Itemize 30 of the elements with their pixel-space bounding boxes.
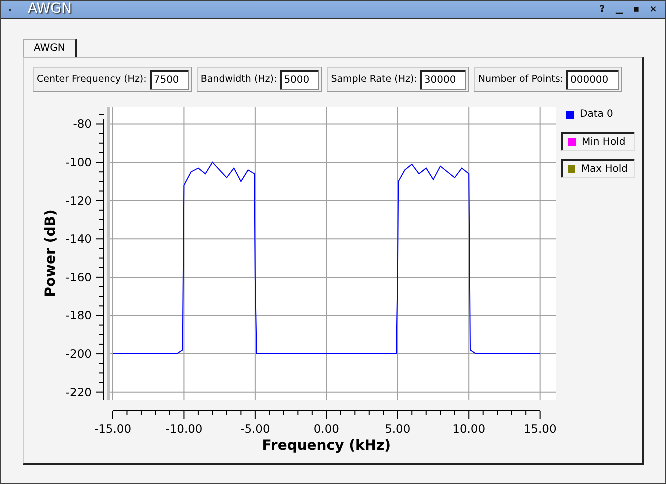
parameter-label: Sample Rate (Hz): xyxy=(331,74,418,85)
legend-label: Data 0 xyxy=(580,109,614,120)
y-axis-title: Power (dB) xyxy=(43,210,59,298)
x-tick-label: 10.00 xyxy=(452,422,486,436)
input-field[interactable]: 7500 xyxy=(150,70,189,90)
window-title: AWGN xyxy=(28,1,72,18)
x-axis-title: Frequency (kHz) xyxy=(262,438,392,454)
x-tick-label: -10.00 xyxy=(166,422,203,436)
x-tick-label: 5.00 xyxy=(385,422,411,436)
y-tick-label: -120 xyxy=(66,194,92,208)
y-tick-label: -200 xyxy=(66,347,92,362)
y-tick-label: -160 xyxy=(66,270,92,284)
x-tick-label: 0.00 xyxy=(314,422,340,436)
legend-toggle[interactable]: Min Hold xyxy=(561,132,635,151)
input-field[interactable]: 30000 xyxy=(420,70,466,90)
y-tick-label: -80 xyxy=(73,117,92,132)
x-tick-label: 15.00 xyxy=(524,422,557,436)
x-tick-label: -15.00 xyxy=(94,422,132,436)
tab[interactable]: AWGN xyxy=(23,39,78,57)
legend-toggle[interactable]: Max Hold xyxy=(561,159,635,178)
y-tick-label: -100 xyxy=(66,156,92,170)
input-field[interactable]: 5000 xyxy=(280,70,320,90)
parameter-label: Number of Points: xyxy=(478,74,564,85)
parameter-label: Center Frequency (Hz): xyxy=(37,74,147,85)
y-tick-label: -220 xyxy=(66,385,92,400)
parameter-label: Bandwidth (Hz): xyxy=(200,74,278,85)
x-tick-label: -5.00 xyxy=(240,422,270,436)
y-tick-label: -180 xyxy=(66,308,92,323)
y-tick-label: -140 xyxy=(66,232,92,246)
input-field[interactable]: 000000 xyxy=(566,70,620,90)
